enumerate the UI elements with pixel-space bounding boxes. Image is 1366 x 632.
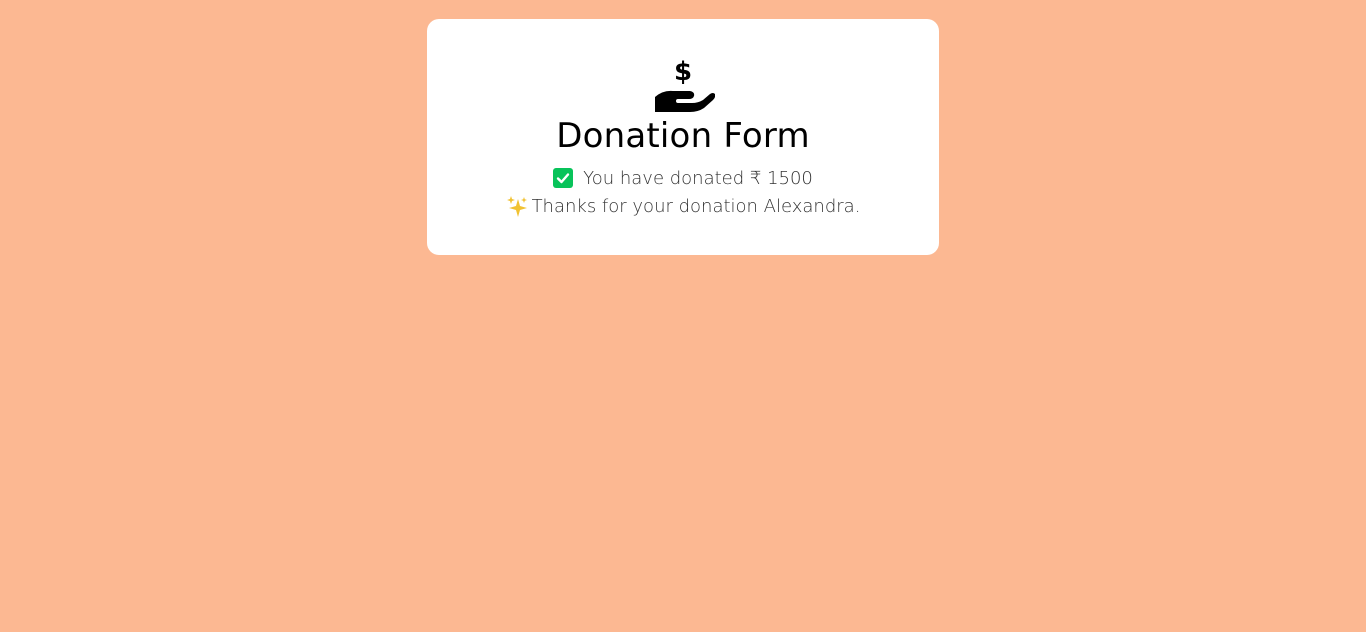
thanks-message: Thanks for your donation Alexandra. [427,193,939,219]
donation-status: You have donated ₹ 1500 [427,165,939,191]
donation-status-text: You have donated ₹ 1500 [583,167,813,189]
svg-text:$: $ [674,57,692,87]
sparkles-icon [506,196,527,217]
thanks-message-text: Thanks for your donation Alexandra. [531,195,861,217]
donation-card: $ Donation Form You have donated ₹ 1500 … [427,19,939,255]
hand-holding-dollar-icon: $ [655,57,715,112]
check-square-icon [553,168,574,188]
page-title: Donation Form [556,116,810,156]
